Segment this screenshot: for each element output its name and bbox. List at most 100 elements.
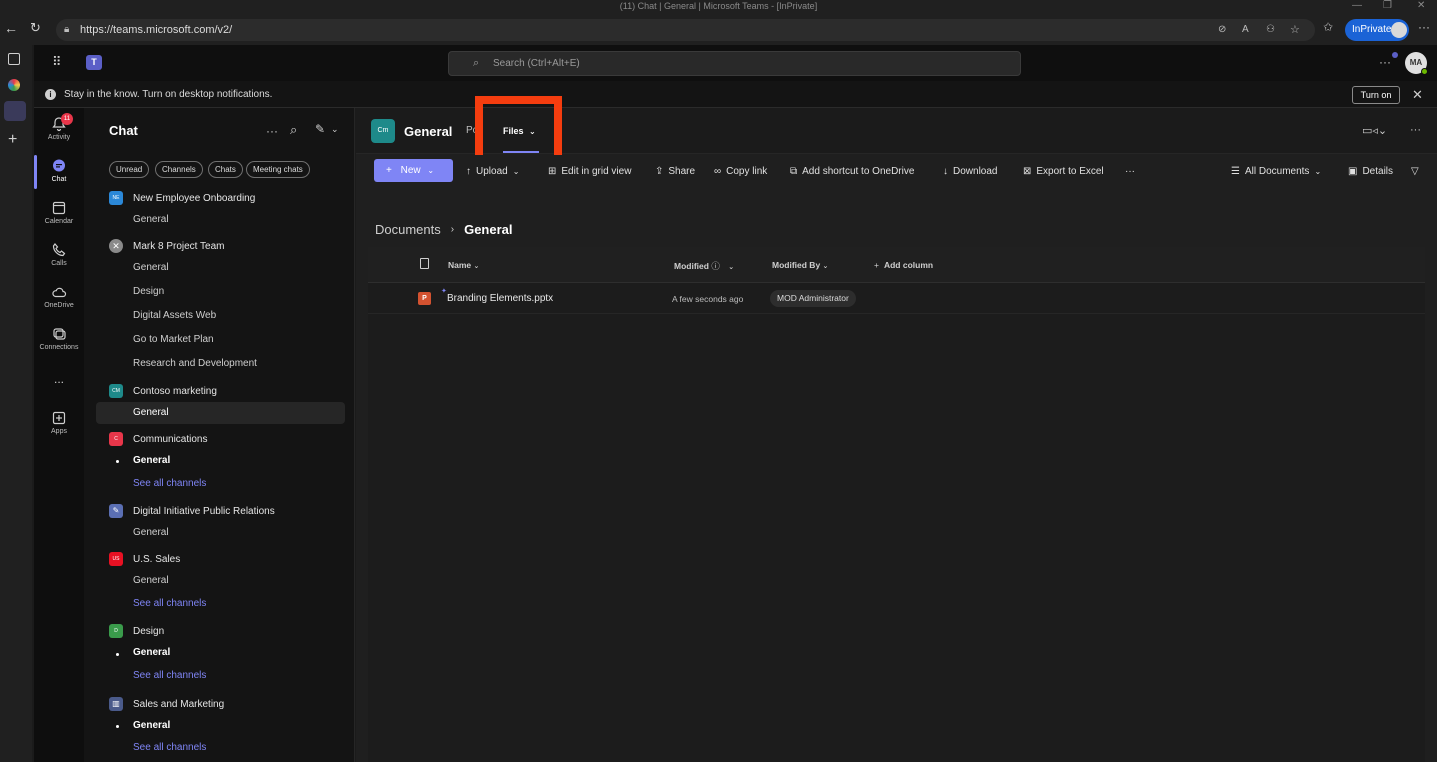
edit-grid-view-button[interactable]: ⊞ Edit in grid view <box>548 164 631 178</box>
column-name[interactable]: Name ⌄ <box>448 260 479 270</box>
channel-item[interactable]: Research and Development <box>133 358 257 369</box>
add-shortcut-button[interactable]: ⧉ Add shortcut to OneDrive <box>790 164 914 178</box>
teams-tab-icon[interactable] <box>4 101 26 121</box>
details-button[interactable]: ▣ Details <box>1348 164 1393 178</box>
team-new-employee-onboarding[interactable]: NE New Employee Onboarding <box>109 191 255 205</box>
breadcrumb-documents[interactable]: Documents <box>375 222 441 237</box>
rail-more-icon[interactable]: ... <box>34 372 84 386</box>
file-name[interactable]: Branding Elements.pptx <box>447 293 553 304</box>
see-all-channels-link[interactable]: See all channels <box>133 670 206 681</box>
address-bar[interactable]: 🔒︎ https://teams.microsoft.com/v2/ ⊘ A ⚇… <box>56 19 1315 41</box>
channel-item[interactable]: General <box>133 214 169 225</box>
team-name: Design <box>133 625 165 637</box>
refresh-icon[interactable]: ↻ <box>30 20 41 36</box>
column-modified[interactable]: Modified ⓘ ⌄ <box>674 260 734 272</box>
add-tab-icon[interactable]: + <box>8 131 17 149</box>
see-all-channels-link[interactable]: See all channels <box>133 478 206 489</box>
chat-icon <box>53 159 65 172</box>
favorites-icon[interactable]: ✩ <box>1323 20 1333 34</box>
add-column-button[interactable]: + Add column <box>874 260 933 270</box>
inprivate-label: InPrivate <box>1352 24 1392 35</box>
share-button[interactable]: ⇪ Share <box>655 164 695 178</box>
filter-funnel-icon[interactable]: ▽ <box>1411 164 1419 178</box>
see-all-channels-link[interactable]: See all channels <box>133 742 206 753</box>
chevron-down-icon: ⌄ <box>822 263 829 270</box>
see-all-channels-link[interactable]: See all channels <box>133 598 206 609</box>
presence-available-icon <box>1421 68 1428 75</box>
chat-more-icon[interactable]: ··· <box>266 124 278 138</box>
team-name: Contoso marketing <box>133 385 217 397</box>
channel-item[interactable]: Design <box>133 286 164 297</box>
inprivate-badge[interactable]: InPrivate <box>1345 19 1409 41</box>
connections-icon <box>53 328 66 340</box>
tab-actions-icon[interactable] <box>8 53 20 65</box>
channel-item[interactable]: General <box>133 647 170 658</box>
search-input[interactable]: ⌕ Search (Ctrl+Alt+E) <box>448 51 1021 76</box>
channel-item[interactable]: General <box>133 455 170 466</box>
team-mark-8-project-team[interactable]: ✕ Mark 8 Project Team <box>109 239 225 253</box>
cloud-icon <box>52 287 67 298</box>
column-modified-by[interactable]: Modified By ⌄ <box>772 260 828 270</box>
channel-item[interactable]: Digital Assets Web <box>133 310 216 321</box>
file-modified-by[interactable]: MOD Administrator <box>770 290 856 307</box>
new-chat-icon[interactable]: ✎ <box>315 122 325 136</box>
filter-channels[interactable]: Channels <box>155 161 203 178</box>
filter-chats[interactable]: Chats <box>208 161 243 178</box>
copilot-icon[interactable] <box>8 79 20 91</box>
new-button[interactable]: + New ⌄ <box>374 159 453 182</box>
rail-apps[interactable]: Apps <box>34 410 84 435</box>
chevron-down-icon: ⌄ <box>512 166 520 176</box>
channel-item-selected[interactable]: General <box>133 407 169 418</box>
extensions-icon[interactable]: ⚇ <box>1266 19 1275 41</box>
team-design[interactable]: D Design <box>109 624 164 638</box>
team-digital-initiative-public-relations[interactable]: ✎ Digital Initiative Public Relations <box>109 504 275 518</box>
rail-activity[interactable]: 11 Activity <box>34 113 84 141</box>
favorite-star-icon[interactable]: ☆ <box>1290 19 1300 41</box>
column-modified-by-label: Modified By <box>772 260 821 270</box>
filter-meeting-chats[interactable]: Meeting chats <box>246 161 310 178</box>
turn-on-button[interactable]: Turn on <box>1352 86 1400 104</box>
toolbar-more-icon[interactable]: ··· <box>1125 164 1135 178</box>
minimize-icon[interactable]: — <box>1352 0 1362 12</box>
browser-more-icon[interactable]: ··· <box>1418 20 1430 34</box>
chevron-down-icon[interactable]: ⌄ <box>331 124 339 135</box>
meet-video-icon[interactable]: ▭◃⌄ <box>1362 124 1387 137</box>
read-aloud-icon[interactable]: A <box>1242 19 1249 41</box>
channel-item[interactable]: General <box>133 575 169 586</box>
rail-calendar[interactable]: Calendar <box>34 200 84 225</box>
tracking-prevention-icon[interactable]: ⊘ <box>1218 19 1226 41</box>
team-contoso-marketing[interactable]: CM Contoso marketing <box>109 384 217 398</box>
channel-item[interactable]: General <box>133 262 169 273</box>
share-label: Share <box>668 165 696 177</box>
download-button[interactable]: ↓ Download <box>943 164 997 178</box>
restore-icon[interactable]: ❐ <box>1383 0 1392 12</box>
upload-arrow-icon: ↑ <box>466 165 471 177</box>
rail-connections[interactable]: Connections <box>34 326 84 351</box>
dismiss-close-icon[interactable]: ✕ <box>1412 81 1423 108</box>
chat-search-icon[interactable]: ⌕ <box>290 122 297 138</box>
channel-item[interactable]: Go to Market Plan <box>133 334 214 345</box>
channel-more-icon[interactable]: ··· <box>1410 124 1421 136</box>
filter-unread[interactable]: Unread <box>109 161 150 178</box>
channel-item[interactable]: General <box>133 527 169 538</box>
channel-item[interactable]: General <box>133 720 170 731</box>
settings-more-icon[interactable]: ··· <box>1379 55 1391 69</box>
rail-onedrive[interactable]: OneDrive <box>34 284 84 309</box>
team-us-sales[interactable]: US U.S. Sales <box>109 552 180 566</box>
rail-chat[interactable]: Chat <box>34 158 84 183</box>
team-sales-and-marketing[interactable]: ▥ Sales and Marketing <box>109 697 224 711</box>
copy-link-button[interactable]: ∞ Copy link <box>714 164 767 178</box>
export-excel-button[interactable]: ⊠ Export to Excel <box>1023 164 1104 178</box>
upload-button[interactable]: ↑ Upload ⌄ <box>466 164 519 178</box>
team-name: Mark 8 Project Team <box>133 240 225 252</box>
close-window-icon[interactable]: ✕ <box>1417 0 1425 12</box>
edge-sidebar: + <box>0 45 32 762</box>
url-text: https://teams.microsoft.com/v2/ <box>80 24 233 36</box>
app-launcher-icon[interactable]: ⠿ <box>52 54 61 70</box>
back-icon[interactable]: ← <box>4 20 18 36</box>
rail-calls[interactable]: Calls <box>34 242 84 267</box>
info-icon: i <box>45 89 56 100</box>
team-communications[interactable]: C Communications <box>109 432 207 446</box>
view-selector[interactable]: ☰ All Documents ⌄ <box>1231 164 1321 178</box>
team-name: Sales and Marketing <box>133 698 225 710</box>
